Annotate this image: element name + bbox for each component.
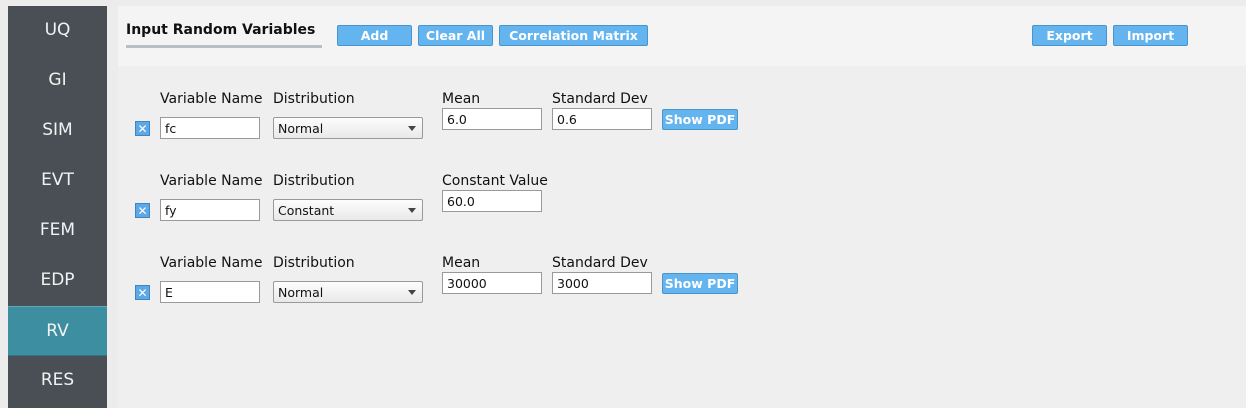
- variable-name-input[interactable]: fc: [160, 117, 260, 139]
- sidebar-item-label: GI: [48, 70, 67, 90]
- sidebar-item-edp[interactable]: EDP: [8, 256, 107, 304]
- distribution-value: Normal: [278, 285, 324, 300]
- chevron-down-icon: [408, 290, 416, 295]
- show-pdf-button[interactable]: Show PDF: [662, 109, 738, 130]
- constant-value-input[interactable]: 60.0: [442, 190, 542, 212]
- sidebar-item-gi[interactable]: GI: [8, 56, 107, 104]
- std-dev-input[interactable]: 3000: [552, 272, 652, 294]
- distribution-value: Constant: [278, 203, 335, 218]
- std-dev-label: Standard Dev: [552, 91, 648, 107]
- sidebar-item-evt[interactable]: EVT: [8, 156, 107, 204]
- std-dev-label: Standard Dev: [552, 255, 648, 271]
- sidebar-item-label: RES: [40, 370, 75, 390]
- sidebar-item-fem[interactable]: FEM: [8, 206, 107, 254]
- variable-name-label: Variable Name: [160, 91, 263, 107]
- mean-input[interactable]: 30000: [442, 272, 542, 294]
- variable-name-input[interactable]: fy: [160, 199, 260, 221]
- distribution-label: Distribution: [273, 173, 355, 189]
- show-pdf-button[interactable]: Show PDF: [662, 273, 738, 294]
- sidebar: UQ GI SIM EVT FEM EDP RV RES: [8, 6, 107, 408]
- sidebar-item-uq[interactable]: UQ: [8, 6, 107, 54]
- import-button[interactable]: Import: [1113, 25, 1188, 46]
- distribution-value: Normal: [278, 121, 324, 136]
- distribution-select[interactable]: Constant: [273, 199, 423, 221]
- add-button[interactable]: Add: [337, 25, 412, 46]
- distribution-label: Distribution: [273, 255, 355, 271]
- constant-value-label: Constant Value: [442, 173, 548, 189]
- chevron-down-icon: [408, 126, 416, 131]
- sidebar-item-label: FEM: [39, 220, 76, 240]
- variable-name-input[interactable]: E: [160, 281, 260, 303]
- page-title: Input Random Variables: [126, 22, 316, 38]
- std-dev-input[interactable]: 0.6: [552, 108, 652, 130]
- sidebar-item-label: EDP: [40, 270, 75, 290]
- sidebar-item-label: RV: [46, 321, 69, 341]
- chevron-down-icon: [408, 208, 416, 213]
- sidebar-item-label: UQ: [44, 20, 71, 40]
- mean-label: Mean: [442, 91, 481, 107]
- title-underline: [126, 45, 322, 48]
- x-checkbox-icon[interactable]: ✕: [135, 121, 150, 136]
- x-checkbox-icon[interactable]: ✕: [135, 203, 150, 218]
- sidebar-item-rv[interactable]: RV: [8, 306, 107, 356]
- x-checkbox-icon[interactable]: ✕: [135, 285, 150, 300]
- main-panel: Input Random Variables Add Clear All Cor…: [118, 6, 1246, 408]
- distribution-select[interactable]: Normal: [273, 281, 423, 303]
- variable-name-label: Variable Name: [160, 173, 263, 189]
- correlation-matrix-button[interactable]: Correlation Matrix: [499, 25, 648, 46]
- sidebar-item-sim[interactable]: SIM: [8, 106, 107, 154]
- export-button[interactable]: Export: [1032, 25, 1107, 46]
- sidebar-item-label: SIM: [42, 120, 73, 140]
- clear-all-button[interactable]: Clear All: [418, 25, 493, 46]
- variable-name-label: Variable Name: [160, 255, 263, 271]
- distribution-label: Distribution: [273, 91, 355, 107]
- mean-input[interactable]: 6.0: [442, 108, 542, 130]
- sidebar-item-label: EVT: [41, 170, 74, 190]
- mean-label: Mean: [442, 255, 481, 271]
- sidebar-item-res[interactable]: RES: [8, 356, 107, 404]
- distribution-select[interactable]: Normal: [273, 117, 423, 139]
